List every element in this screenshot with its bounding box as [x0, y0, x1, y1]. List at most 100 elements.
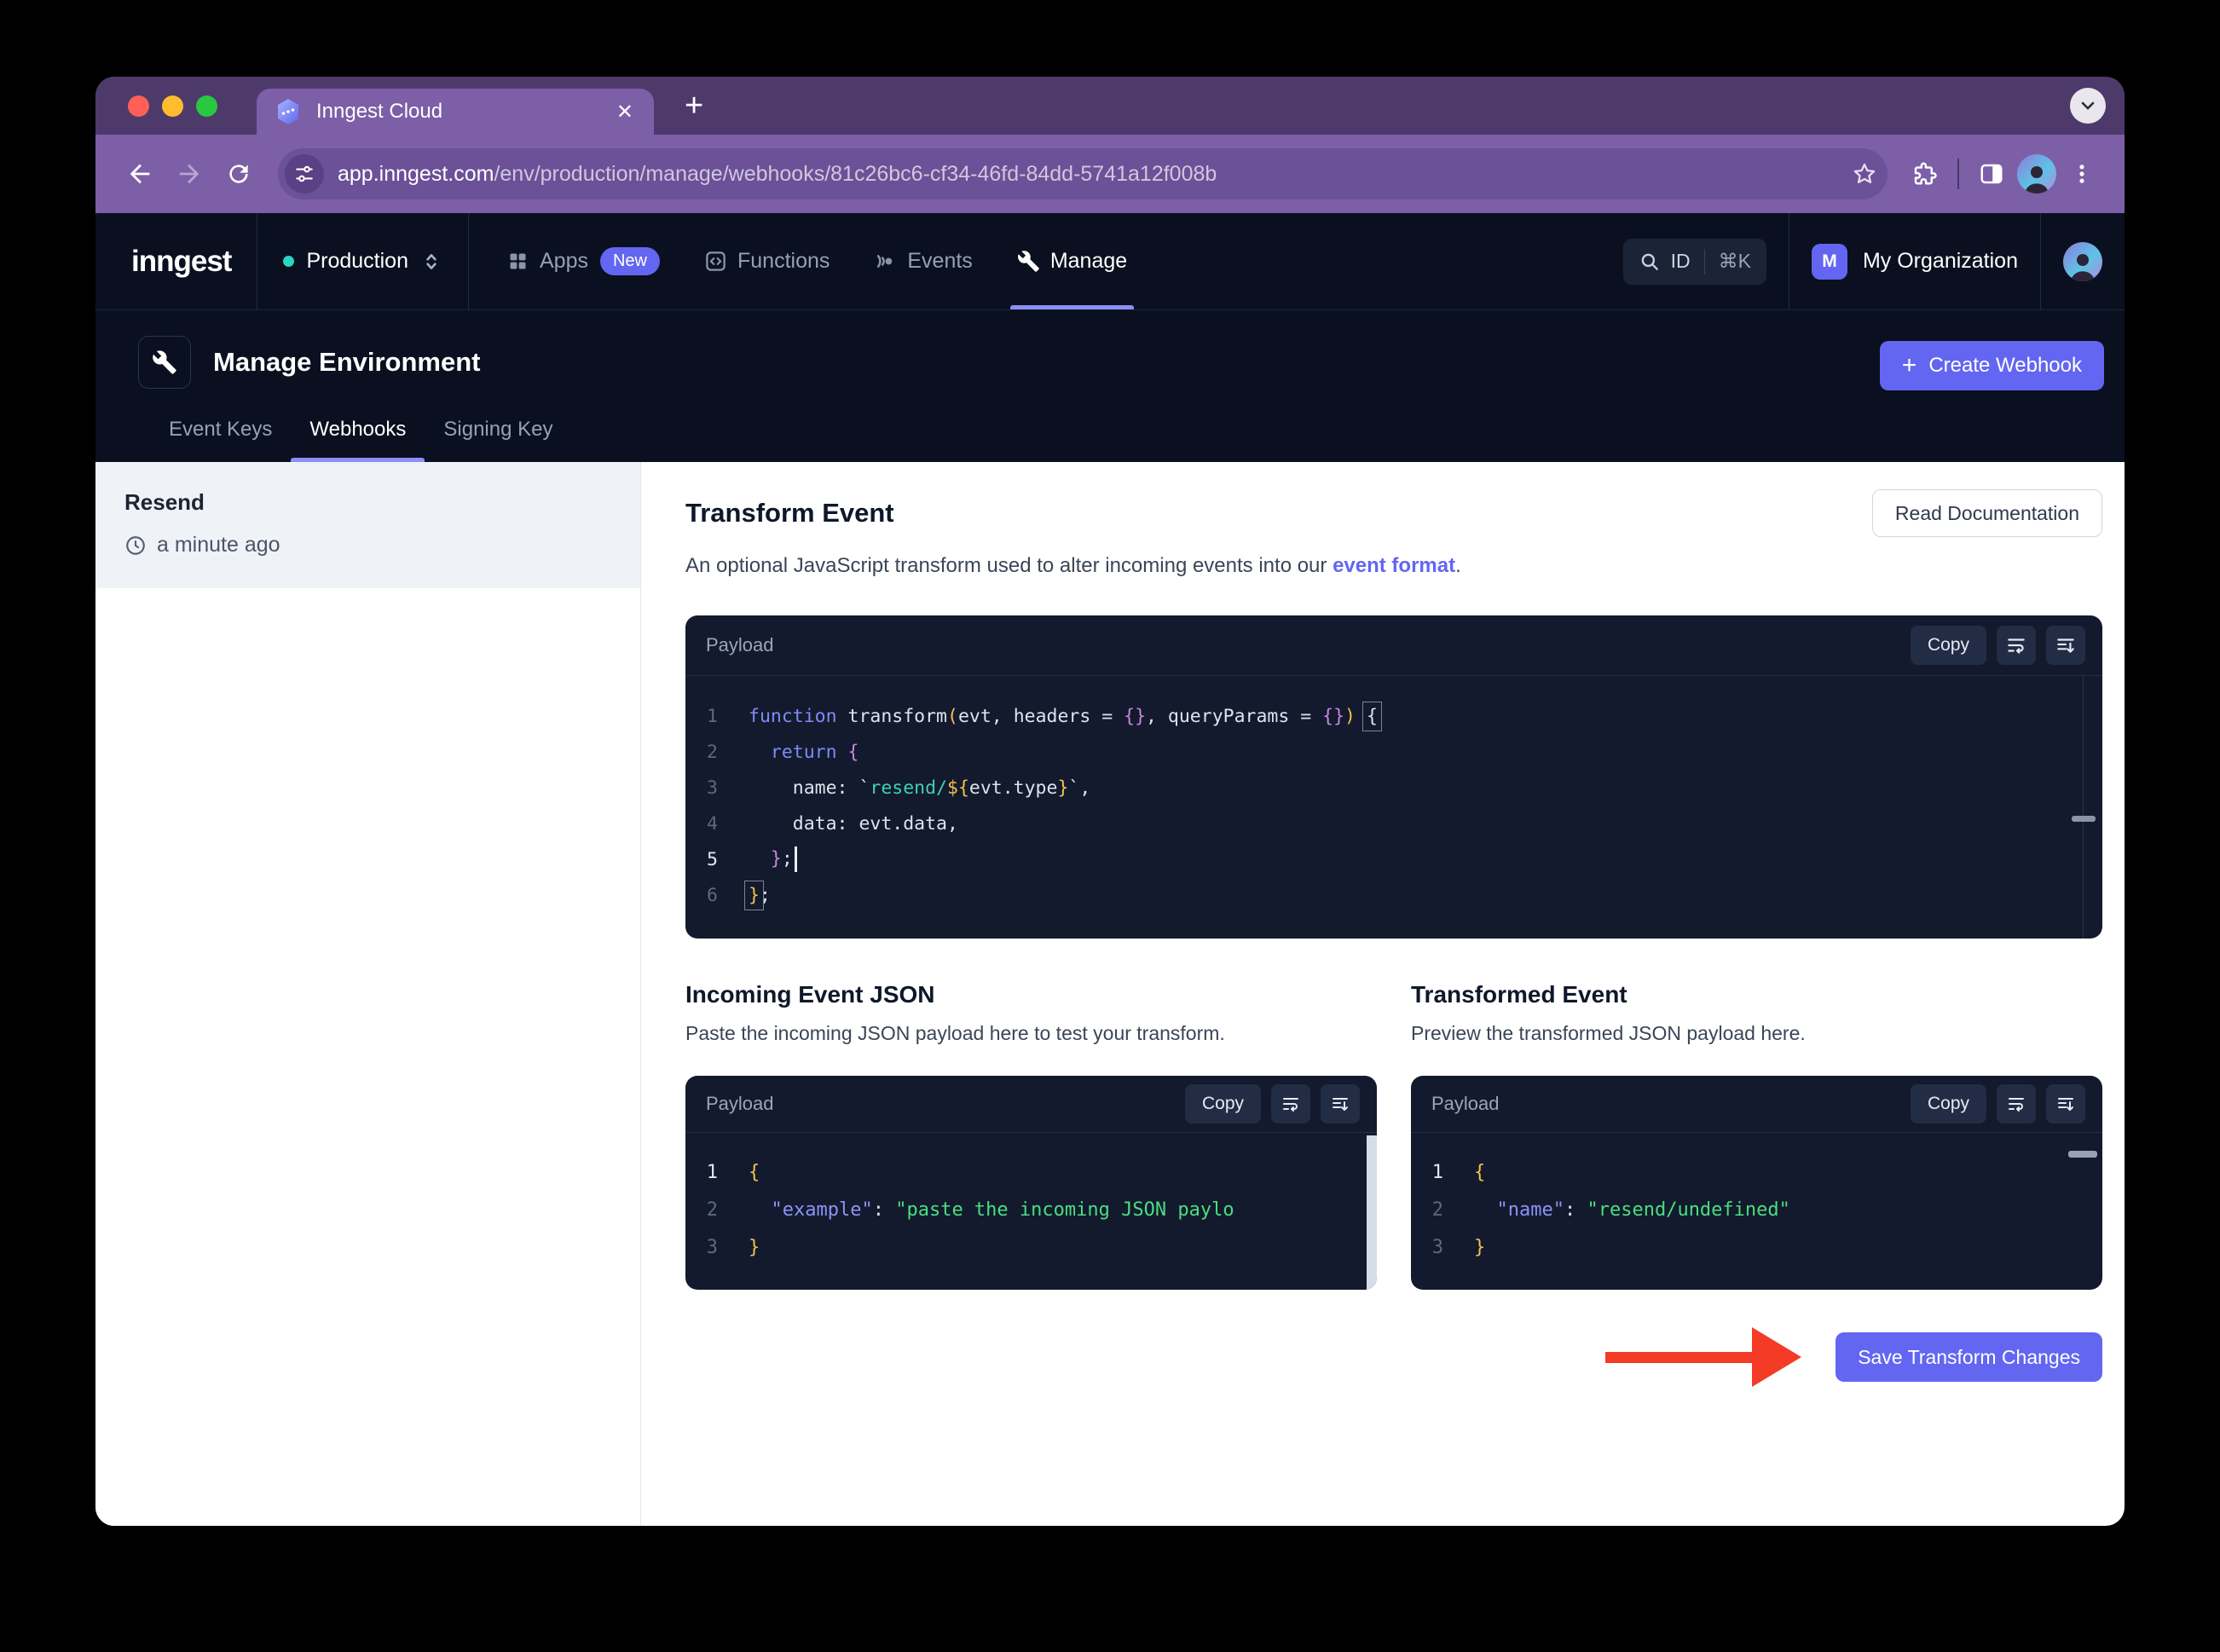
red-arrow-annotation: [1605, 1327, 1802, 1387]
environment-name: Production: [306, 249, 408, 273]
tab-close-button[interactable]: ✕: [611, 98, 639, 126]
side-panel-icon[interactable]: [1971, 153, 2012, 194]
word-wrap-icon[interactable]: [1271, 1084, 1310, 1123]
section-description: An optional JavaScript transform used to…: [685, 554, 2102, 578]
inngest-logo[interactable]: inngest: [124, 245, 257, 279]
payload-label: Payload: [1431, 1093, 1500, 1114]
read-documentation-button[interactable]: Read Documentation: [1871, 489, 2102, 537]
inngest-favicon-icon: [274, 97, 303, 126]
url-text: app.inngest.com/env/production/manage/we…: [338, 162, 1841, 187]
forward-button[interactable]: [167, 152, 211, 196]
window-minimize-button[interactable]: [162, 95, 183, 117]
tab-search-chevron-button[interactable]: [2070, 88, 2106, 124]
page-header: Manage Environment + Create Webhook Even…: [95, 310, 2125, 462]
search-shortcut: ⌘K: [1718, 250, 1751, 272]
nav-item-manage[interactable]: Manage: [1009, 213, 1135, 309]
clock-icon: [126, 535, 145, 555]
bookmark-star-icon[interactable]: [1852, 161, 1877, 187]
inngest-app: inngest Production Apps New Functions Ev…: [95, 212, 2125, 1526]
nav-item-functions[interactable]: Functions: [704, 213, 830, 309]
copy-button[interactable]: Copy: [1910, 1084, 1986, 1123]
incoming-header: Incoming Event JSON Paste the incoming J…: [685, 981, 1377, 1045]
browser-tab[interactable]: Inngest Cloud ✕: [257, 89, 654, 135]
nav-item-label: Manage: [1049, 249, 1128, 273]
word-wrap-icon[interactable]: [1997, 1084, 2036, 1123]
format-indent-icon[interactable]: [2046, 1084, 2085, 1123]
active-tab-underline: [291, 458, 425, 462]
format-indent-icon[interactable]: [1321, 1084, 1360, 1123]
nav-item-events[interactable]: Events: [874, 213, 973, 309]
events-waves-icon: [874, 250, 897, 273]
transform-editor-section: Transform Event Read Documentation An op…: [641, 462, 2125, 1526]
search-icon: [1641, 253, 1658, 270]
back-button[interactable]: [118, 152, 162, 196]
create-webhook-label: Create Webhook: [1928, 354, 2082, 377]
organization-menu[interactable]: M My Organization: [1811, 243, 2018, 280]
nav-items: Apps New Functions Events Manage: [506, 213, 1135, 309]
environment-status-dot: [283, 256, 295, 267]
new-badge: New: [599, 247, 660, 275]
payload-label: Payload: [706, 1093, 774, 1114]
organization-avatar: M: [1811, 243, 1847, 280]
app-nav-bar: inngest Production Apps New Functions Ev…: [95, 212, 2125, 310]
url-bar[interactable]: app.inngest.com/env/production/manage/we…: [278, 148, 1888, 199]
editor-scrollbar-track[interactable]: [1367, 1135, 1377, 1290]
page-title: Manage Environment: [213, 347, 481, 377]
editor-scrollbar-thumb[interactable]: [2068, 1151, 2097, 1158]
create-webhook-button[interactable]: + Create Webhook: [1879, 341, 2104, 390]
browser-tab-strip: Inngest Cloud ✕ +: [95, 77, 2125, 135]
nav-divider: [467, 212, 469, 310]
window-controls: [128, 95, 217, 117]
incoming-json-editor: Payload Copy 1{2 "example": "paste the i…: [685, 1076, 1377, 1290]
incoming-description: Paste the incoming JSON payload here to …: [685, 1022, 1225, 1044]
webhook-list-sidebar: Resend a minute ago: [95, 462, 641, 1526]
format-indent-icon[interactable]: [2046, 626, 2085, 665]
toolbar-divider: [1957, 159, 1959, 189]
screen: { "theme": { "accent": "#6366f1", "accen…: [0, 0, 2220, 1652]
tab-signing-key[interactable]: Signing Key: [425, 418, 571, 462]
new-tab-button[interactable]: +: [676, 88, 712, 124]
transformed-title: Transformed Event: [1411, 981, 1627, 1008]
event-format-link[interactable]: event format: [1333, 554, 1455, 577]
browser-profile-avatar[interactable]: [2017, 154, 2056, 194]
transform-code-area[interactable]: 1 function transform(evt, headers = {}, q…: [685, 675, 2102, 939]
extensions-icon[interactable]: [1905, 153, 1945, 194]
environment-selector[interactable]: Production: [257, 249, 468, 274]
search-button[interactable]: ID ⌘K: [1622, 238, 1766, 285]
word-wrap-icon[interactable]: [1997, 626, 2036, 665]
window-zoom-button[interactable]: [196, 95, 217, 117]
content-area: Resend a minute ago Transform Event Read…: [95, 462, 2125, 1526]
nav-item-label: Functions: [737, 249, 830, 273]
wrench-icon: [1017, 250, 1040, 273]
copy-button[interactable]: Copy: [1184, 1084, 1261, 1123]
copy-button[interactable]: Copy: [1910, 626, 1986, 665]
search-divider: [1703, 248, 1705, 274]
editor-scrollbar-thumb[interactable]: [2072, 815, 2096, 822]
transformed-code-area[interactable]: 1{2 "name": "resend/undefined" 3}: [1411, 1132, 2102, 1290]
organization-name: My Organization: [1862, 249, 2018, 273]
payload-label: Payload: [706, 634, 774, 656]
save-transform-changes-button[interactable]: Save Transform Changes: [1836, 1332, 2102, 1382]
editor-scrollbar-track[interactable]: [2083, 675, 2084, 939]
user-avatar[interactable]: [2063, 241, 2102, 281]
reload-button[interactable]: [217, 152, 261, 196]
webhook-list-item[interactable]: Resend a minute ago: [95, 462, 640, 588]
window-close-button[interactable]: [128, 95, 149, 117]
apps-grid-icon: [506, 250, 529, 273]
webhook-name: Resend: [124, 489, 205, 515]
site-settings-icon[interactable]: [285, 154, 324, 194]
search-id-label: ID: [1670, 250, 1691, 272]
webhook-updated-time: a minute ago: [157, 533, 280, 557]
active-nav-underline: [1009, 305, 1135, 309]
tab-event-keys[interactable]: Event Keys: [150, 418, 291, 462]
page-tabs: Event Keys Webhooks Signing Key: [150, 418, 2104, 462]
tab-webhooks[interactable]: Webhooks: [291, 418, 425, 462]
manage-wrench-icon: [138, 336, 191, 389]
plus-icon: +: [1901, 351, 1917, 379]
section-title: Transform Event: [685, 498, 894, 528]
url-host: app.inngest.com: [338, 161, 494, 186]
incoming-code-area[interactable]: 1{2 "example": "paste the incoming JSON …: [685, 1132, 1377, 1290]
nav-item-apps[interactable]: Apps New: [506, 213, 660, 309]
transform-code-editor: Payload Copy 1 function transform(evt, he…: [685, 615, 2102, 939]
browser-menu-icon[interactable]: [2061, 153, 2102, 194]
